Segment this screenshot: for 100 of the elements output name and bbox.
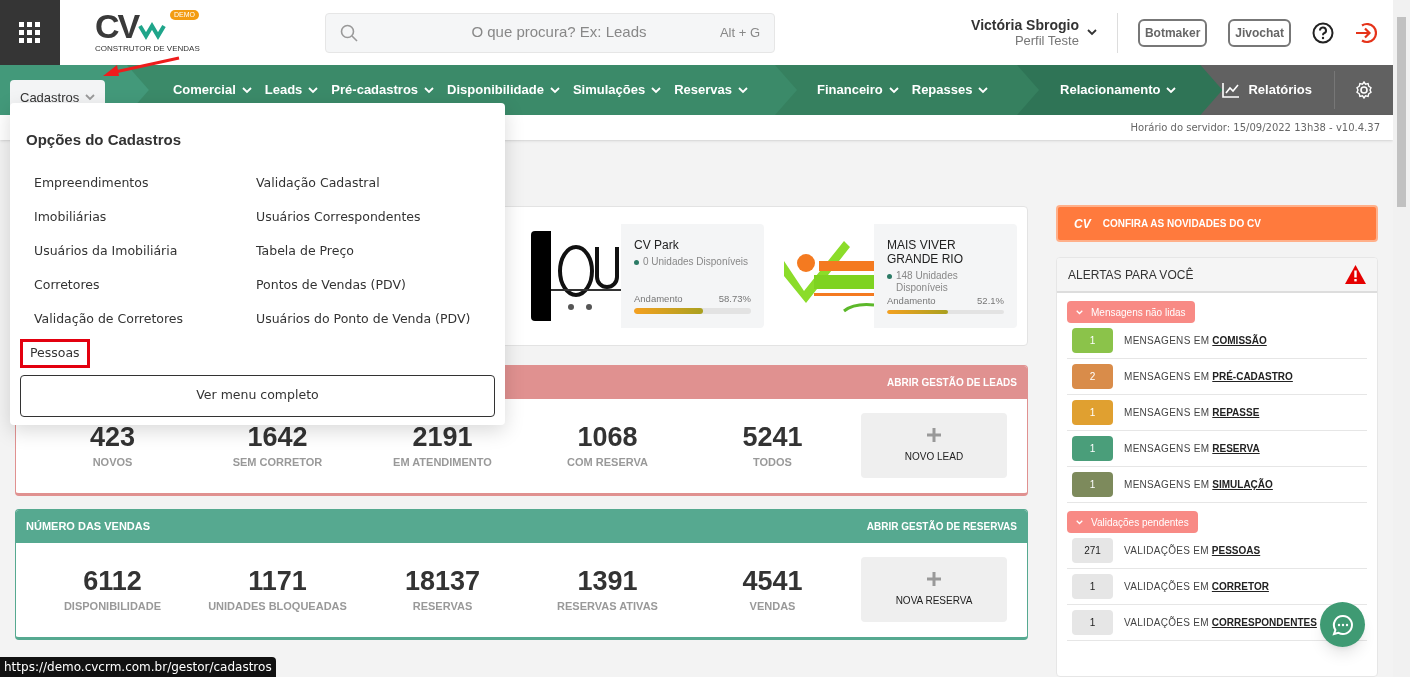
nav-tab[interactable]: Leads bbox=[264, 80, 319, 100]
alert-link[interactable]: PRÉ-CADASTRO bbox=[1212, 369, 1293, 384]
alert-link[interactable]: COMISSÃO bbox=[1212, 333, 1267, 348]
alert-text: VALIDAÇÕES EM bbox=[1124, 615, 1209, 630]
alert-link[interactable]: CORRETOR bbox=[1211, 579, 1269, 594]
logout-icon[interactable] bbox=[1353, 20, 1377, 45]
menu-item[interactable]: Imobiliárias bbox=[20, 202, 121, 232]
chevron-down-icon bbox=[424, 86, 435, 94]
stat-value: 423 bbox=[89, 421, 136, 455]
grid-icon bbox=[19, 21, 41, 44]
progress-label: Andamento bbox=[634, 291, 683, 306]
nav-tab[interactable]: Comercial bbox=[172, 80, 252, 100]
chevron-down-icon bbox=[888, 86, 899, 94]
stat-value: 1391 bbox=[577, 565, 638, 599]
stat-value: 1171 bbox=[248, 565, 307, 599]
stat-label: RESERVAS bbox=[412, 599, 473, 615]
nav-tab[interactable]: Repasses bbox=[911, 80, 989, 100]
stat-label: COM RESERVA bbox=[567, 455, 648, 471]
integration-button[interactable]: Botmaker bbox=[1137, 18, 1208, 47]
stat-label: NOVOS bbox=[92, 455, 133, 471]
nav-tab[interactable]: Simulações bbox=[572, 80, 662, 100]
alert-text: VALIDAÇÕES EM bbox=[1124, 543, 1209, 558]
units-available: 148 Unidades Disponíveis bbox=[896, 270, 959, 294]
apps-menu-button[interactable] bbox=[0, 0, 60, 65]
progress-value: 52.1% bbox=[977, 294, 1004, 308]
chevron-down-icon bbox=[1086, 29, 1097, 36]
help-icon[interactable] bbox=[1312, 21, 1334, 44]
chevron-down-icon bbox=[85, 94, 96, 101]
stat-label: UNIDADES BLOQUEADAS bbox=[208, 599, 347, 615]
count-badge: 1 bbox=[1072, 400, 1113, 425]
count-badge: 1 bbox=[1072, 436, 1113, 461]
count-badge: 1 bbox=[1072, 328, 1113, 353]
menu-item[interactable]: Corretores bbox=[20, 270, 114, 300]
stat-label: VENDAS bbox=[749, 599, 796, 615]
stat-value: 2191 bbox=[412, 421, 473, 455]
full-menu-button[interactable]: Ver menu completo bbox=[20, 374, 495, 417]
project-card[interactable]: CV Park 0 Unidades Disponíveis Andamento 58.73% bbox=[621, 224, 764, 328]
alert-text: VALIDAÇÕES EM bbox=[1124, 579, 1209, 594]
stat-value: 18137 bbox=[404, 565, 481, 599]
stat-value: 1068 bbox=[577, 421, 638, 455]
reports-link[interactable]: Relatórios bbox=[1222, 80, 1312, 100]
chevron-down-icon bbox=[737, 86, 748, 94]
alert-text: MENSAGENS EM bbox=[1124, 406, 1210, 420]
menu-item[interactable]: Empreendimentos bbox=[20, 168, 163, 198]
user-menu[interactable]: Victória Sbrogio Perfil Teste bbox=[971, 16, 1097, 49]
chevron-down-icon bbox=[1076, 518, 1083, 526]
count-badge: 1 bbox=[1072, 574, 1113, 599]
nav-tab[interactable]: Relacionamento bbox=[1060, 80, 1177, 100]
plus-icon bbox=[926, 571, 942, 587]
stat-label: EM ATENDIMENTO bbox=[393, 455, 492, 471]
nav-tab[interactable]: Reservas bbox=[674, 80, 748, 100]
count-badge: 1 bbox=[1072, 472, 1113, 497]
stat-value: 1642 bbox=[247, 421, 308, 455]
settings-icon[interactable] bbox=[1355, 81, 1373, 99]
line-chart-icon bbox=[1222, 82, 1241, 98]
menu-item[interactable]: Usuários Correspondentes bbox=[242, 202, 435, 232]
stat-label: TODOS bbox=[753, 455, 792, 471]
menu-item[interactable]: Usuários da Imobiliária bbox=[20, 236, 192, 266]
stat-label: DISPONIBILIDADE bbox=[63, 599, 162, 615]
search-input[interactable]: O que procura? Ex: Leads bbox=[358, 21, 720, 44]
chevron-down-icon bbox=[308, 86, 319, 94]
units-available: 0 Unidades Disponíveis bbox=[643, 256, 749, 268]
progress-value: 58.73% bbox=[718, 291, 751, 306]
chevron-down-icon bbox=[1166, 86, 1177, 94]
count-badge: 2 bbox=[1072, 364, 1113, 389]
nav-tab[interactable]: Financeiro bbox=[817, 80, 899, 100]
menu-item[interactable]: Validação de Corretores bbox=[20, 304, 197, 334]
alert-link[interactable]: CORRESPONDENTES bbox=[1211, 615, 1317, 630]
alert-link[interactable]: RESERVA bbox=[1212, 441, 1260, 456]
integration-button[interactable]: Jivochat bbox=[1228, 18, 1291, 47]
menu-item[interactable]: Pessoas bbox=[20, 338, 90, 368]
chevron-down-icon bbox=[651, 86, 662, 94]
project-name: CV Park bbox=[634, 238, 680, 252]
count-badge: 1 bbox=[1072, 610, 1113, 635]
add-button[interactable]: NOVO LEAD bbox=[861, 413, 1007, 478]
progress-label: Andamento bbox=[887, 294, 936, 308]
nav-tab[interactable]: Pré-cadastros bbox=[331, 80, 435, 100]
panel-title: NÚMERO DAS VENDAS bbox=[26, 519, 151, 535]
menu-item[interactable]: Tabela de Preço bbox=[242, 236, 368, 266]
shortcut-hint: Alt + G bbox=[719, 23, 760, 42]
project-card[interactable]: MAIS VIVER GRANDE RIO 148 Unidades Disponíveis Andamento 52.1% bbox=[874, 224, 1017, 328]
alert-link[interactable]: REPASSE bbox=[1212, 405, 1260, 420]
menu-item[interactable]: Usuários do Ponto de Venda (PDV) bbox=[242, 304, 485, 334]
chat-icon bbox=[1330, 612, 1355, 637]
alert-text: MENSAGENS EM bbox=[1124, 478, 1210, 492]
menu-title: Opções do Cadastros bbox=[26, 130, 183, 150]
project-name: MAIS VIVER GRANDE RIO bbox=[887, 238, 964, 266]
add-button[interactable]: NOVA RESERVA bbox=[861, 557, 1007, 622]
nav-tab[interactable]: Disponibilidade bbox=[447, 80, 560, 100]
alert-link[interactable]: PESSOAS bbox=[1211, 543, 1261, 558]
stat-value: 4541 bbox=[742, 565, 803, 599]
chevron-down-icon bbox=[978, 86, 989, 94]
menu-item[interactable]: Validação Cadastral bbox=[242, 168, 394, 198]
warning-icon bbox=[1345, 265, 1366, 284]
alert-text: MENSAGENS EM bbox=[1124, 370, 1210, 384]
stat-label: RESERVAS ATIVAS bbox=[557, 599, 658, 615]
status-url: https://demo.cvcrm.com.br/gestor/cadastros bbox=[0, 657, 276, 677]
menu-item[interactable]: Pontos de Vendas (PDV) bbox=[242, 270, 420, 300]
search-icon bbox=[340, 23, 358, 42]
alert-link[interactable]: SIMULAÇÃO bbox=[1212, 477, 1273, 492]
